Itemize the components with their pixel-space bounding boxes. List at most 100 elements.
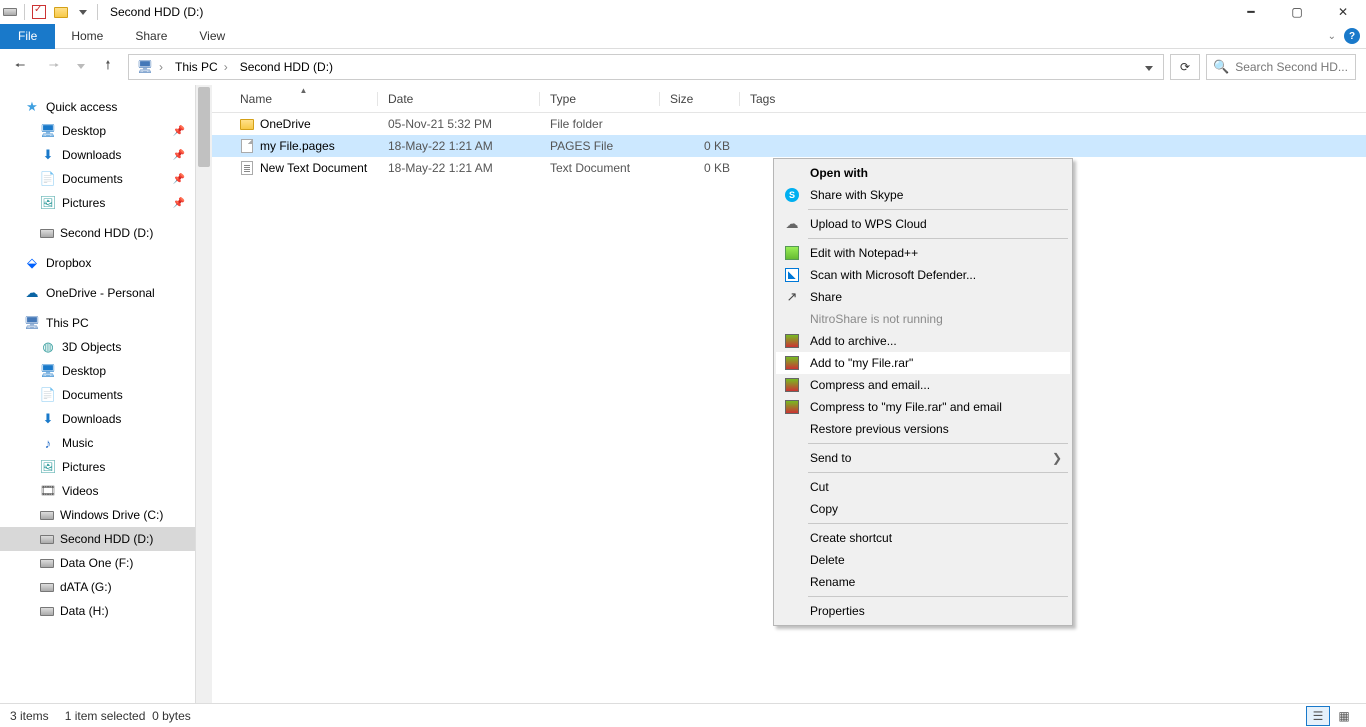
text-file-icon [240,161,254,175]
ctx-share-skype[interactable]: SShare with Skype [776,184,1070,206]
ctx-delete[interactable]: Delete [776,549,1070,571]
search-icon: 🔍 [1213,59,1229,75]
back-button[interactable]: 🠔 [6,53,34,81]
sidebar-item-drive-d[interactable]: Second HDD (D:) [0,527,195,551]
sidebar-onedrive[interactable]: ☁OneDrive - Personal [0,281,195,305]
rar-icon [785,378,799,392]
sidebar-item-desktop[interactable]: 🖥Desktop📌 [0,119,195,143]
sidebar-quick-access[interactable]: ★Quick access [0,95,195,119]
maximize-button[interactable]: ▢ [1274,0,1320,24]
ctx-add-to-rar[interactable]: Add to "my File.rar" [776,352,1070,374]
file-row-my-file-pages[interactable]: my File.pages 18-May-22 1:21 AM PAGES Fi… [212,135,1366,157]
search-input[interactable]: 🔍 Search Second HD... [1206,54,1356,80]
hdd-icon [40,511,54,520]
ctx-notepad[interactable]: Edit with Notepad++ [776,242,1070,264]
column-headers: ▲Name Date Type Size Tags [212,85,1366,113]
pin-icon: 📌 [173,198,185,209]
sidebar-item-videos[interactable]: 🎞Videos [0,479,195,503]
breadcrumb-this-pc[interactable]: This PC› [171,55,234,79]
ctx-nitroshare: NitroShare is not running [776,308,1070,330]
hdd-icon [40,583,54,592]
file-tab[interactable]: File [0,24,55,49]
status-selected: 1 item selected 0 bytes [65,709,191,723]
sidebar-this-pc[interactable]: 🖥This PC [0,311,195,335]
col-name[interactable]: ▲Name [230,92,378,106]
submenu-arrow-icon: ❯ [1052,451,1062,465]
close-button[interactable]: ✕ [1320,0,1366,24]
ctx-open-with[interactable]: Open with [776,162,1070,184]
sidebar-item-second-hdd-qa[interactable]: Second HDD (D:) [0,221,195,245]
sidebar-item-pictures-pc[interactable]: 🖼Pictures [0,455,195,479]
recent-dropdown[interactable] [74,53,88,81]
ctx-wps-cloud[interactable]: ☁Upload to WPS Cloud [776,213,1070,235]
rar-icon [785,400,799,414]
sidebar-item-documents-pc[interactable]: 📄Documents [0,383,195,407]
rar-icon [785,334,799,348]
search-placeholder: Search Second HD... [1235,60,1348,74]
sidebar-item-pictures[interactable]: 🖼Pictures📌 [0,191,195,215]
details-view-button[interactable]: ☰ [1306,706,1330,726]
properties-qat-icon[interactable] [31,4,47,20]
hdd-icon [40,229,54,238]
sidebar-item-desktop-pc[interactable]: 🖥Desktop [0,359,195,383]
defender-icon [785,268,799,282]
col-type[interactable]: Type [540,92,660,106]
cloud-icon: ☁ [782,216,802,232]
sidebar-scrollbar[interactable] [196,85,212,703]
address-bar[interactable]: 🖥› This PC› Second HDD (D:) [128,54,1164,80]
sidebar-item-downloads-pc[interactable]: ⬇Downloads [0,407,195,431]
ctx-add-archive[interactable]: Add to archive... [776,330,1070,352]
ctx-create-shortcut[interactable]: Create shortcut [776,527,1070,549]
refresh-button[interactable]: ⟳ [1170,54,1200,80]
sidebar-item-documents[interactable]: 📄Documents📌 [0,167,195,191]
sidebar-item-drive-c[interactable]: Windows Drive (C:) [0,503,195,527]
new-folder-qat-icon[interactable] [53,4,69,20]
col-size[interactable]: Size [660,92,740,106]
sidebar-item-music[interactable]: ♪Music [0,431,195,455]
col-tags[interactable]: Tags [740,92,820,106]
drive-icon [2,4,18,20]
up-button[interactable]: 🠕 [94,53,122,81]
tab-share[interactable]: Share [119,24,183,49]
ribbon-expand-icon[interactable]: ⌄ [1328,31,1336,42]
sidebar-dropbox[interactable]: ⬙Dropbox [0,251,195,275]
window-title: Second HDD (D:) [110,5,203,19]
sidebar-item-drive-g[interactable]: dATA (G:) [0,575,195,599]
ctx-restore-versions[interactable]: Restore previous versions [776,418,1070,440]
ctx-compress-email[interactable]: Compress and email... [776,374,1070,396]
minimize-button[interactable]: ━ [1228,0,1274,24]
tab-home[interactable]: Home [55,24,119,49]
sidebar-item-drive-f[interactable]: Data One (F:) [0,551,195,575]
ctx-cut[interactable]: Cut [776,476,1070,498]
status-bar: 3 items 1 item selected 0 bytes ☰ ▦ [0,703,1366,727]
col-date[interactable]: Date [378,92,540,106]
ctx-send-to[interactable]: Send to❯ [776,447,1070,469]
ctx-copy[interactable]: Copy [776,498,1070,520]
folder-icon [240,117,254,131]
hdd-icon [40,535,54,544]
sidebar-item-drive-h[interactable]: Data (H:) [0,599,195,623]
sort-asc-icon: ▲ [300,86,308,95]
ctx-properties[interactable]: Properties [776,600,1070,622]
help-icon[interactable]: ? [1344,28,1360,44]
qat-customize[interactable] [75,4,91,20]
ctx-share[interactable]: ↗Share [776,286,1070,308]
ctx-compress-rar-email[interactable]: Compress to "my File.rar" and email [776,396,1070,418]
nav-bar: 🠔 🠖 🠕 🖥› This PC› Second HDD (D:) ⟳ 🔍 Se… [0,49,1366,85]
file-row-onedrive[interactable]: OneDrive 05-Nov-21 5:32 PM File folder [212,113,1366,135]
title-bar: Second HDD (D:) ━ ▢ ✕ [0,0,1366,24]
sidebar-item-downloads[interactable]: ⬇Downloads📌 [0,143,195,167]
ribbon-tabs: File Home Share View ⌄ ? [0,24,1366,49]
status-item-count: 3 items [10,709,49,723]
pc-crumb-icon[interactable]: 🖥› [133,55,169,79]
sidebar-item-3d-objects[interactable]: ◍3D Objects [0,335,195,359]
breadcrumb-current[interactable]: Second HDD (D:) [236,55,337,79]
tab-view[interactable]: View [183,24,241,49]
pin-icon: 📌 [173,150,185,161]
file-icon [240,139,254,153]
address-dropdown[interactable] [1139,60,1159,74]
ctx-defender[interactable]: Scan with Microsoft Defender... [776,264,1070,286]
thumbnails-view-button[interactable]: ▦ [1332,706,1356,726]
ctx-rename[interactable]: Rename [776,571,1070,593]
forward-button[interactable]: 🠖 [40,53,68,81]
